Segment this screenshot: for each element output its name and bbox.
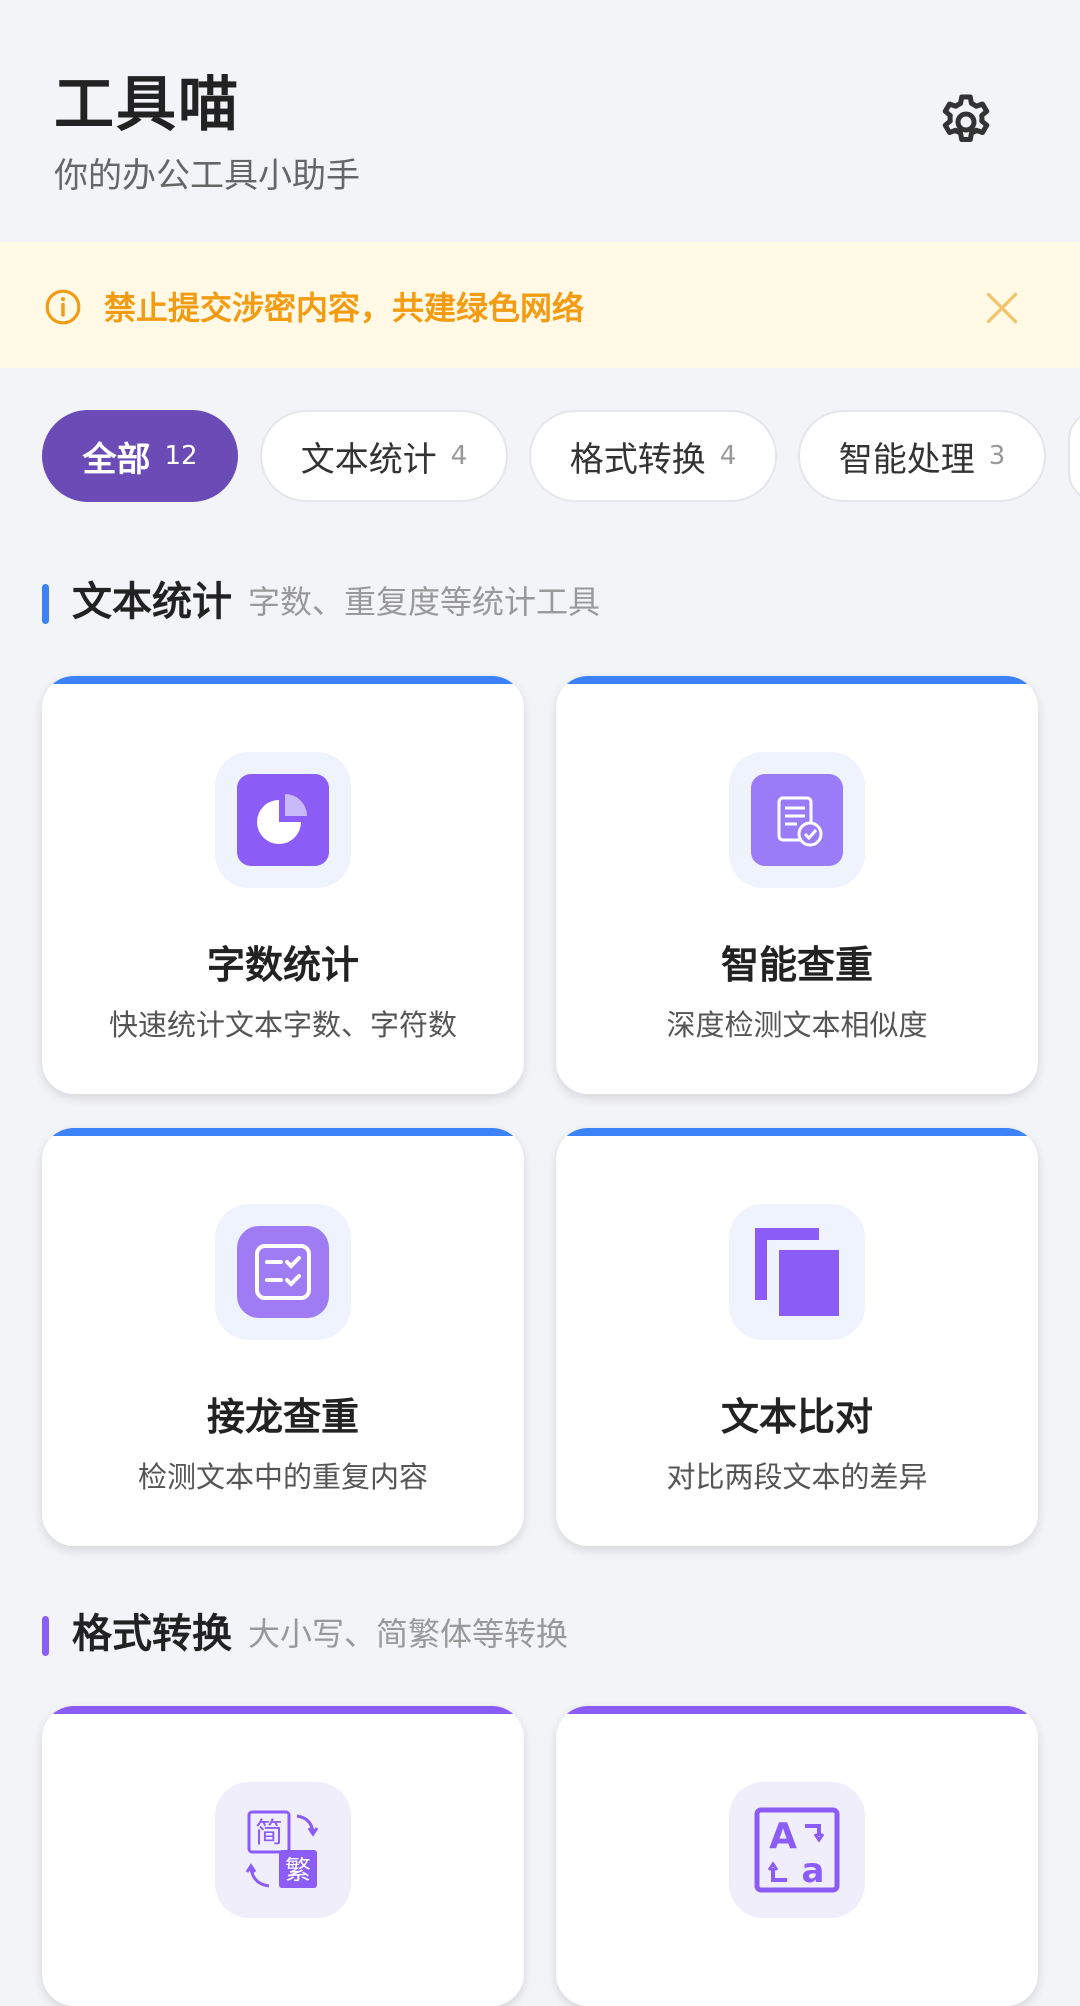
glyph-top: A — [769, 1816, 797, 1857]
chip-count: 3 — [988, 441, 1006, 471]
document-check-icon — [751, 774, 843, 866]
section-desc: 大小写、简繁体等转换 — [248, 1615, 569, 1653]
section-title: 格式转换 — [72, 1611, 232, 1657]
close-icon[interactable] — [984, 290, 1020, 326]
chip-smart-process[interactable]: 智能处理 3 — [798, 410, 1046, 502]
pie-chart-icon — [237, 774, 329, 866]
tool-card-word-count[interactable]: 字数统计 快速统计文本字数、字符数 — [42, 676, 524, 1094]
section-header-text-stats: 文本统计 字数、重复度等统计工具 — [42, 572, 1042, 632]
gear-icon[interactable] — [936, 92, 996, 152]
card-title: 字数统计 — [206, 943, 359, 987]
card-title: 文本比对 — [720, 1395, 873, 1439]
case-convert-icon: A a — [754, 1807, 840, 1893]
app-subtitle: 你的办公工具小助手 — [54, 156, 360, 196]
section-title: 文本统计 — [72, 579, 232, 625]
chip-all[interactable]: 全部 12 — [42, 410, 238, 502]
info-icon — [45, 289, 81, 325]
card-desc: 快速统计文本字数、字符数 — [108, 1008, 457, 1042]
card-icon-tile — [215, 1204, 351, 1340]
section-accent-bar — [42, 584, 49, 624]
app-header: 工具喵 你的办公工具小助手 — [0, 0, 1080, 242]
tool-card-case-convert[interactable]: A a — [556, 1706, 1038, 2006]
section-desc: 字数、重复度等统计工具 — [248, 583, 601, 621]
card-top-bar — [556, 676, 1038, 684]
tool-card-chain-check[interactable]: 接龙查重 检测文本中的重复内容 — [42, 1128, 524, 1546]
card-icon-tile: A a — [729, 1782, 865, 1918]
chip-text-stats[interactable]: 文本统计 4 — [260, 410, 508, 502]
card-title: 接龙查重 — [206, 1395, 359, 1439]
card-top-bar — [42, 676, 524, 684]
card-top-bar — [42, 1128, 524, 1136]
chip-count: 4 — [719, 441, 737, 471]
chip-label: 文本统计 — [300, 439, 437, 480]
chip-count: 12 — [164, 441, 198, 471]
card-icon-tile — [729, 1204, 865, 1340]
card-title: 智能查重 — [720, 943, 873, 987]
card-desc: 检测文本中的重复内容 — [137, 1460, 428, 1494]
card-icon-tile: 简 繁 — [215, 1782, 351, 1918]
chip-label: 格式转换 — [569, 439, 706, 480]
card-desc: 深度检测文本相似度 — [666, 1008, 928, 1042]
chip-label: 智能处理 — [838, 439, 975, 480]
section-accent-bar — [42, 1616, 49, 1656]
chip-label: 全部 — [82, 439, 151, 480]
card-top-bar — [556, 1128, 1038, 1136]
card-icon-tile — [215, 752, 351, 888]
chip-format-convert[interactable]: 格式转换 4 — [529, 410, 777, 502]
tool-card-text-compare[interactable]: 文本比对 对比两段文本的差异 — [556, 1128, 1038, 1546]
notice-text: 禁止提交涉密内容，共建绿色网络 — [104, 289, 585, 327]
card-desc: 对比两段文本的差异 — [666, 1460, 928, 1494]
glyph-bottom: a — [802, 1851, 825, 1891]
app-title: 工具喵 — [54, 70, 240, 140]
card-icon-tile — [729, 752, 865, 888]
chip-more[interactable] — [1068, 410, 1080, 502]
category-filter: 全部 12 文本统计 4 格式转换 4 智能处理 3 — [42, 410, 1080, 506]
checklist-icon — [237, 1226, 329, 1318]
card-top-bar — [42, 1706, 524, 1714]
glyph-bottom: 繁 — [285, 1856, 311, 1886]
glyph-top: 简 — [255, 1816, 283, 1849]
tool-card-simplified-traditional[interactable]: 简 繁 — [42, 1706, 524, 2006]
chip-count: 4 — [450, 441, 468, 471]
tool-card-smart-check[interactable]: 智能查重 深度检测文本相似度 — [556, 676, 1038, 1094]
card-top-bar — [556, 1706, 1038, 1714]
section-header-format-convert: 格式转换 大小写、简繁体等转换 — [42, 1604, 1042, 1664]
copy-icon — [755, 1228, 839, 1316]
simplified-traditional-icon: 简 繁 — [245, 1810, 319, 1888]
